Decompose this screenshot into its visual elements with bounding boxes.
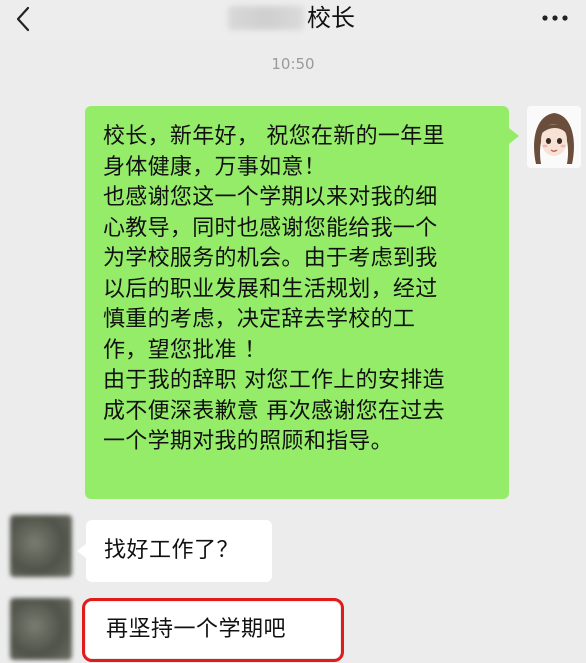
sent-message-bubble[interactable]: 校长，新年好， 祝您在新的一年里 身体健康，万事如意！ 也感谢您这一个学期以来对… [85,106,519,499]
chat-title: 校长 [307,4,355,32]
received-message-bubble[interactable]: 找好工作了？ [77,520,272,582]
self-avatar[interactable] [527,106,581,168]
more-horizontal-icon [542,15,568,21]
contact-avatar-blurred[interactable] [10,598,72,660]
chevron-left-icon [16,6,30,32]
more-options-button[interactable] [538,6,572,30]
back-button[interactable] [8,2,38,36]
cartoon-girl-avatar-icon [527,106,581,168]
message-timestamp: 10:50 [271,55,315,73]
contact-name-blurred [228,6,304,30]
chat-header: 校长 [0,0,586,40]
received-message-bubble-highlighted[interactable]: 再坚持一个学期吧 [82,598,344,662]
contact-avatar-blurred[interactable] [10,515,72,577]
